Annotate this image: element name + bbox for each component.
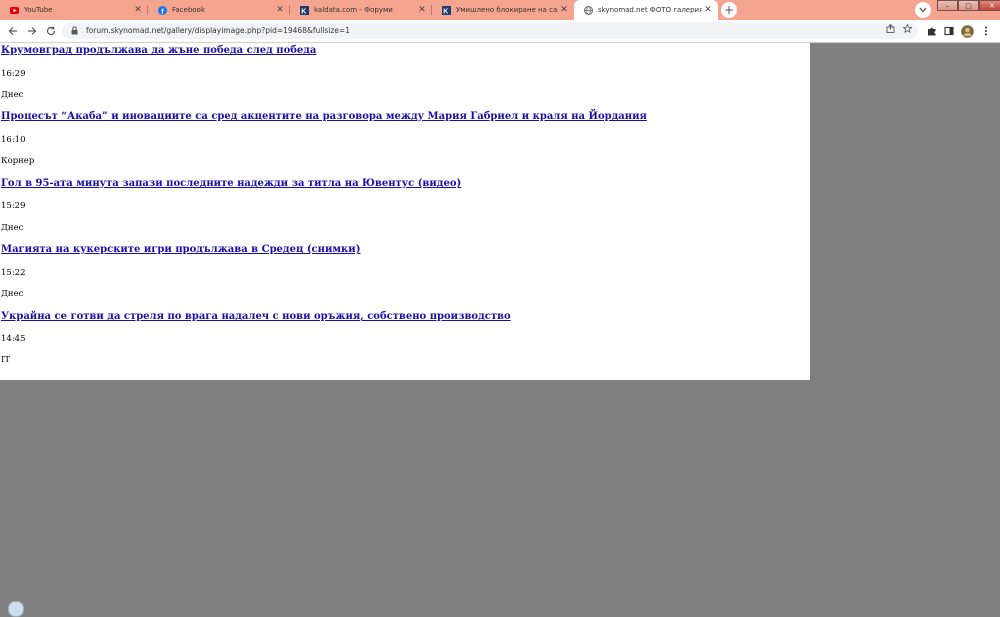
close-icon[interactable]: ✕ <box>274 5 286 15</box>
news-headline-link[interactable]: Гол в 95-ата минута запази последните на… <box>1 178 461 189</box>
reload-button[interactable] <box>43 23 59 39</box>
news-time: 14:45 <box>1 334 26 344</box>
share-icon[interactable] <box>886 23 895 36</box>
tab-title: kaldata.com - Форуми <box>314 6 393 14</box>
news-source: Днес <box>1 289 24 299</box>
maximize-button[interactable]: □ <box>958 0 979 11</box>
kaldata-icon: K <box>300 5 309 15</box>
tab-title: Умишлено блокиране на сайт за <box>456 6 558 14</box>
news-source: Днес <box>1 223 24 233</box>
url-text: forum.skynomad.net/gallery/displayimage.… <box>86 26 350 35</box>
news-source: Днес <box>1 90 24 100</box>
close-icon[interactable]: ✕ <box>416 5 428 15</box>
reload-icon <box>46 26 56 36</box>
news-source: IT <box>1 355 11 365</box>
tab-youtube[interactable]: YouTube ✕ <box>0 0 148 20</box>
close-icon[interactable]: ✕ <box>132 5 144 15</box>
tab-strip: YouTube ✕ f Facebook ✕ K kaldata.com - Ф… <box>0 0 1000 20</box>
chevron-down-icon <box>919 7 927 13</box>
arrow-left-icon <box>8 27 17 35</box>
news-headline-link[interactable]: Процесът “Акаба” и иновациите са сред ак… <box>1 111 647 122</box>
news-time: 15:22 <box>1 268 26 278</box>
close-icon[interactable]: ✕ <box>702 5 714 15</box>
news-source: Корнер <box>1 156 35 166</box>
news-headline-link[interactable]: Украйна се готви да стреля по врага нада… <box>1 311 511 322</box>
window-close-button[interactable]: ✕ <box>979 0 1000 11</box>
news-headline-link[interactable]: Магията на кукерските игри продължава в … <box>1 244 360 255</box>
news-time: 16:29 <box>1 69 26 79</box>
browser-toolbar: forum.skynomad.net/gallery/displayimage.… <box>0 20 1000 43</box>
status-bubble <box>8 601 24 617</box>
side-panel-icon[interactable] <box>941 23 957 39</box>
tab-search-button[interactable] <box>915 2 931 18</box>
avatar[interactable] <box>959 23 975 39</box>
back-button[interactable] <box>5 23 21 39</box>
minimize-button[interactable]: – <box>937 0 958 11</box>
svg-text:K: K <box>301 8 306 15</box>
kaldata-icon: K <box>442 5 451 15</box>
extensions-puzzle-icon[interactable] <box>924 23 940 39</box>
page-content: Крумовград продължава да жъне победа сле… <box>0 43 810 380</box>
news-time: 15:29 <box>1 201 26 211</box>
tab-title: Facebook <box>172 6 205 14</box>
tab-title: YouTube <box>24 6 53 14</box>
svg-text:K: K <box>443 8 448 15</box>
bookmark-star-icon[interactable] <box>902 23 913 36</box>
arrow-right-icon <box>28 27 37 35</box>
window-controls: – □ ✕ <box>937 0 1000 12</box>
news-time: 16:10 <box>1 135 26 145</box>
tab-kaldata-forums[interactable]: K kaldata.com - Форуми ✕ <box>290 0 432 20</box>
lock-icon[interactable] <box>70 26 78 35</box>
tab-facebook[interactable]: f Facebook ✕ <box>148 0 290 20</box>
new-tab-button[interactable]: + <box>721 2 737 18</box>
more-menu-icon[interactable] <box>978 23 994 39</box>
youtube-icon <box>10 6 19 15</box>
facebook-icon: f <box>158 5 167 15</box>
close-icon[interactable]: ✕ <box>558 5 570 15</box>
forward-button[interactable] <box>24 23 40 39</box>
address-bar[interactable]: forum.skynomad.net/gallery/displayimage.… <box>62 22 918 39</box>
tab-skynomad[interactable]: skynomad.net ФОТО галерия: Н ✕ <box>574 0 718 20</box>
news-headline-link[interactable]: Крумовград продължава да жъне победа сле… <box>1 45 316 56</box>
globe-icon <box>584 5 593 15</box>
tab-kaldata-article[interactable]: K Умишлено блокиране на сайт за ✕ <box>432 0 574 20</box>
tab-title: skynomad.net ФОТО галерия: Н <box>598 6 702 14</box>
